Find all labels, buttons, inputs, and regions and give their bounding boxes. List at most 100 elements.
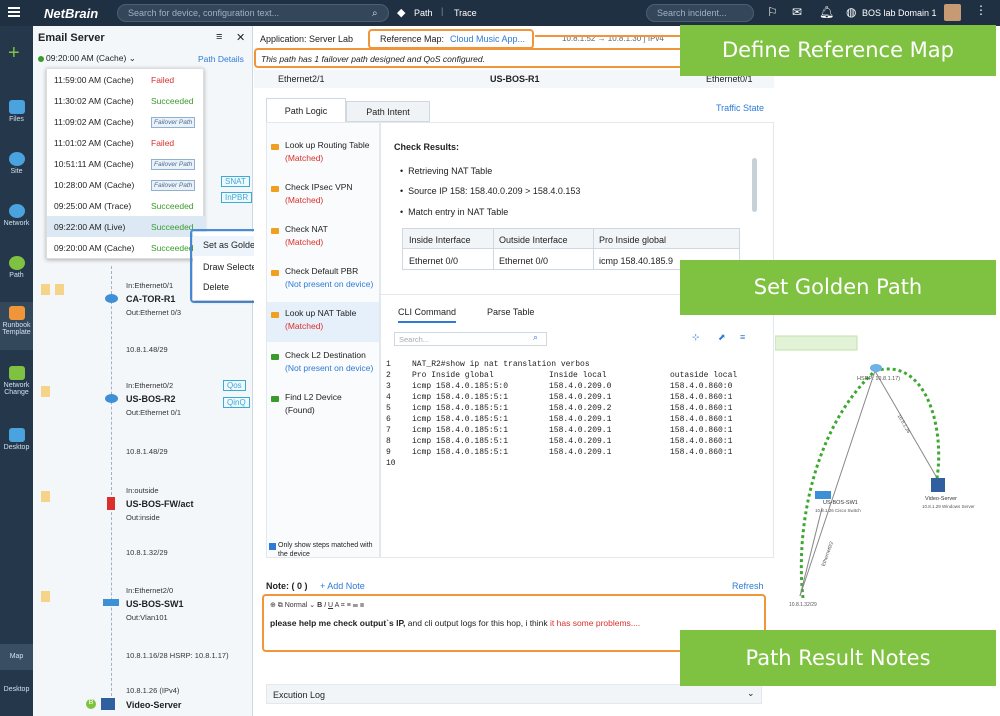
hop-3[interactable]: In:outside US-BOS-FW/act Out:inside bbox=[33, 481, 253, 531]
step-item-selected[interactable]: Look up NAT Table (Matched) bbox=[267, 302, 379, 342]
chevron-down-icon: ⌄ bbox=[747, 688, 755, 698]
step-icon bbox=[271, 396, 279, 402]
menu-icon[interactable] bbox=[8, 7, 20, 17]
device-name: US-BOS-R1 bbox=[490, 74, 540, 84]
nav-desktop[interactable]: Desktop bbox=[0, 428, 33, 451]
hop-name: CA-TOR-R1 bbox=[126, 294, 176, 304]
tab-path-intent[interactable]: Path Intent bbox=[346, 101, 430, 122]
chat-icon[interactable]: ✉ bbox=[792, 5, 802, 19]
trace-link[interactable]: Trace bbox=[454, 8, 477, 18]
path-details-link[interactable]: Path Details bbox=[198, 54, 244, 64]
step-icon bbox=[271, 186, 279, 192]
hop-4[interactable]: In:Ethernet2/0 US-BOS-SW1 Out:Vlan101 bbox=[33, 581, 253, 631]
hop-name: US-BOS-R2 bbox=[126, 394, 176, 404]
reference-map-box[interactable]: Reference Map: Cloud Music App... bbox=[368, 29, 534, 49]
scrollbar[interactable] bbox=[752, 158, 757, 212]
failover-note: This path has 1 failover path designed a… bbox=[261, 54, 485, 64]
cli-search-input[interactable]: Search... bbox=[394, 332, 547, 346]
open-external-icon[interactable]: ⬈ bbox=[718, 332, 726, 343]
menu-delete[interactable]: Delete bbox=[203, 282, 229, 292]
step-item[interactable]: Find L2 Device (Found) bbox=[267, 392, 379, 415]
col-divider bbox=[493, 229, 494, 269]
history-item[interactable]: 09:25:00 AM (Trace) Succeeded bbox=[47, 195, 205, 216]
runbook-icon bbox=[8, 306, 25, 320]
nav-map[interactable]: Map bbox=[0, 644, 33, 670]
hop-out: Out:inside bbox=[126, 513, 160, 522]
reference-map-value[interactable]: Cloud Music App... bbox=[450, 34, 525, 44]
more-icon[interactable]: ⋮ bbox=[975, 3, 987, 17]
avatar[interactable] bbox=[944, 4, 961, 21]
path-icon bbox=[8, 256, 25, 270]
hop-out: Out:Ethernet 0/3 bbox=[126, 308, 182, 317]
application-label: Application: Server Lab bbox=[260, 34, 354, 44]
history-item-selected[interactable]: 09:22:00 AM (Live) Succeeded bbox=[47, 216, 205, 237]
refresh-button[interactable]: Refresh bbox=[732, 581, 764, 591]
bell-icon[interactable]: ⚐ bbox=[767, 5, 778, 19]
nav-path[interactable]: Path bbox=[0, 256, 33, 279]
map-hsrp-label: HSRP: 10.8.1.17) bbox=[857, 376, 901, 382]
step-item[interactable]: Check Default PBR (Not present on device) bbox=[267, 266, 379, 289]
nav-network-change[interactable]: Network Change bbox=[0, 366, 33, 396]
step-item[interactable]: Check L2 Destination (Not present on devi… bbox=[267, 350, 379, 373]
history-item[interactable]: 09:20:00 AM (Cache) Succeeded bbox=[47, 237, 205, 258]
overlay-define-reference-map: Define Reference Map bbox=[680, 25, 996, 76]
hop-in: In:outside bbox=[126, 486, 159, 495]
hop-in: In:Ethernet0/1 bbox=[126, 281, 174, 290]
history-dropdown: 11:59:00 AM (Cache) Failed 11:30:02 AM (C… bbox=[46, 68, 205, 259]
history-item[interactable]: 11:09:02 AM (Cache) Failover Path bbox=[47, 111, 205, 132]
status-dot bbox=[38, 56, 44, 62]
history-item[interactable]: 11:30:02 AM (Cache) Succeeded bbox=[47, 90, 205, 111]
tab-parse-table[interactable]: Parse Table bbox=[487, 307, 534, 317]
file-icon bbox=[41, 491, 50, 502]
nav-runbook[interactable]: Runbook Template bbox=[0, 302, 33, 350]
step-item[interactable]: Look up Routing Table (Matched) bbox=[267, 140, 379, 163]
nav-site[interactable]: Site bbox=[0, 152, 33, 175]
note-toolbar: ⊕ ⧉ Normal ⌄ B I U A ⌗ ≡ ☰ ≣ bbox=[270, 602, 365, 609]
callout-line bbox=[535, 35, 680, 37]
app-logo[interactable]: NetBrain bbox=[44, 6, 98, 21]
list-icon[interactable]: ≡ bbox=[216, 31, 222, 43]
only-matched-label: Only show steps matched with the device bbox=[278, 542, 373, 558]
close-icon[interactable]: ✕ bbox=[236, 31, 245, 44]
history-item[interactable]: 11:59:00 AM (Cache) Failed bbox=[47, 69, 205, 90]
traffic-state-link[interactable]: Traffic State bbox=[716, 103, 764, 113]
tab-cli-command[interactable]: CLI Command bbox=[398, 307, 457, 323]
add-icon[interactable]: + bbox=[8, 42, 20, 65]
change-icon bbox=[8, 366, 25, 380]
file-icon bbox=[41, 386, 50, 397]
nav-files[interactable]: Files bbox=[0, 100, 33, 123]
list-icon[interactable]: ≡ bbox=[740, 332, 745, 342]
step-item[interactable]: Check IPsec VPN (Matched) bbox=[267, 182, 379, 205]
hop-name: US-BOS-FW/act bbox=[126, 499, 194, 509]
domain-name[interactable]: BOS lab Domain 1 bbox=[862, 8, 937, 18]
path-link[interactable]: Path bbox=[414, 8, 433, 18]
table-cell: Ethernet 0/0 bbox=[499, 256, 549, 266]
notification-icon[interactable]: 🔔︎ bbox=[819, 5, 834, 19]
nav-network[interactable]: Network bbox=[0, 204, 33, 227]
result-item: • Match entry in NAT Table bbox=[400, 207, 509, 217]
search-icon[interactable]: ⌕ bbox=[372, 8, 378, 19]
overlay-set-golden-path: Set Golden Path bbox=[680, 260, 996, 315]
search-icon[interactable]: ⌕ bbox=[533, 332, 538, 343]
history-item[interactable]: 10:28:00 AM (Cache) Failover Path bbox=[47, 174, 205, 195]
overlay-path-result-notes: Path Result Notes bbox=[680, 630, 996, 686]
map-subnet-label: 10.8.1.32/29 bbox=[789, 602, 817, 608]
tab-path-logic[interactable]: Path Logic bbox=[266, 98, 346, 122]
history-select[interactable]: 09:20:00 AM (Cache) ⌄ bbox=[46, 53, 136, 64]
global-search-input[interactable]: Search for device, configuration text... bbox=[117, 4, 389, 22]
history-item[interactable]: 10:51:11 AM (Cache) Failover Path bbox=[47, 153, 205, 174]
note-label: Note: ( 0 ) bbox=[266, 581, 308, 591]
nav-desktop-bottom[interactable]: Desktop bbox=[0, 686, 33, 693]
network-icon bbox=[8, 204, 25, 218]
add-note-button[interactable]: + Add Note bbox=[320, 581, 365, 591]
execution-log-bar[interactable]: Excution Log ⌄ bbox=[266, 684, 762, 704]
step-item[interactable]: Check NAT (Matched) bbox=[267, 224, 379, 247]
note-text[interactable]: please help me check output`s IP, and cl… bbox=[270, 618, 640, 628]
history-item[interactable]: 11:01:02 AM (Cache) Failed bbox=[47, 132, 205, 153]
map-canvas[interactable]: HSRP: 10.8.1.17) US-BOS-SW1 10.8.1.26 Ci… bbox=[775, 26, 1000, 716]
checkbox[interactable] bbox=[269, 543, 276, 550]
column-header: Outside Interface bbox=[499, 235, 568, 245]
compare-icon[interactable]: ⊹ bbox=[692, 332, 700, 343]
incident-search-input[interactable]: Search incident... bbox=[646, 4, 754, 22]
hop-2[interactable]: In:Ethernet0/2 US-BOS-R2 Out:Ethernet 0/… bbox=[33, 376, 253, 426]
